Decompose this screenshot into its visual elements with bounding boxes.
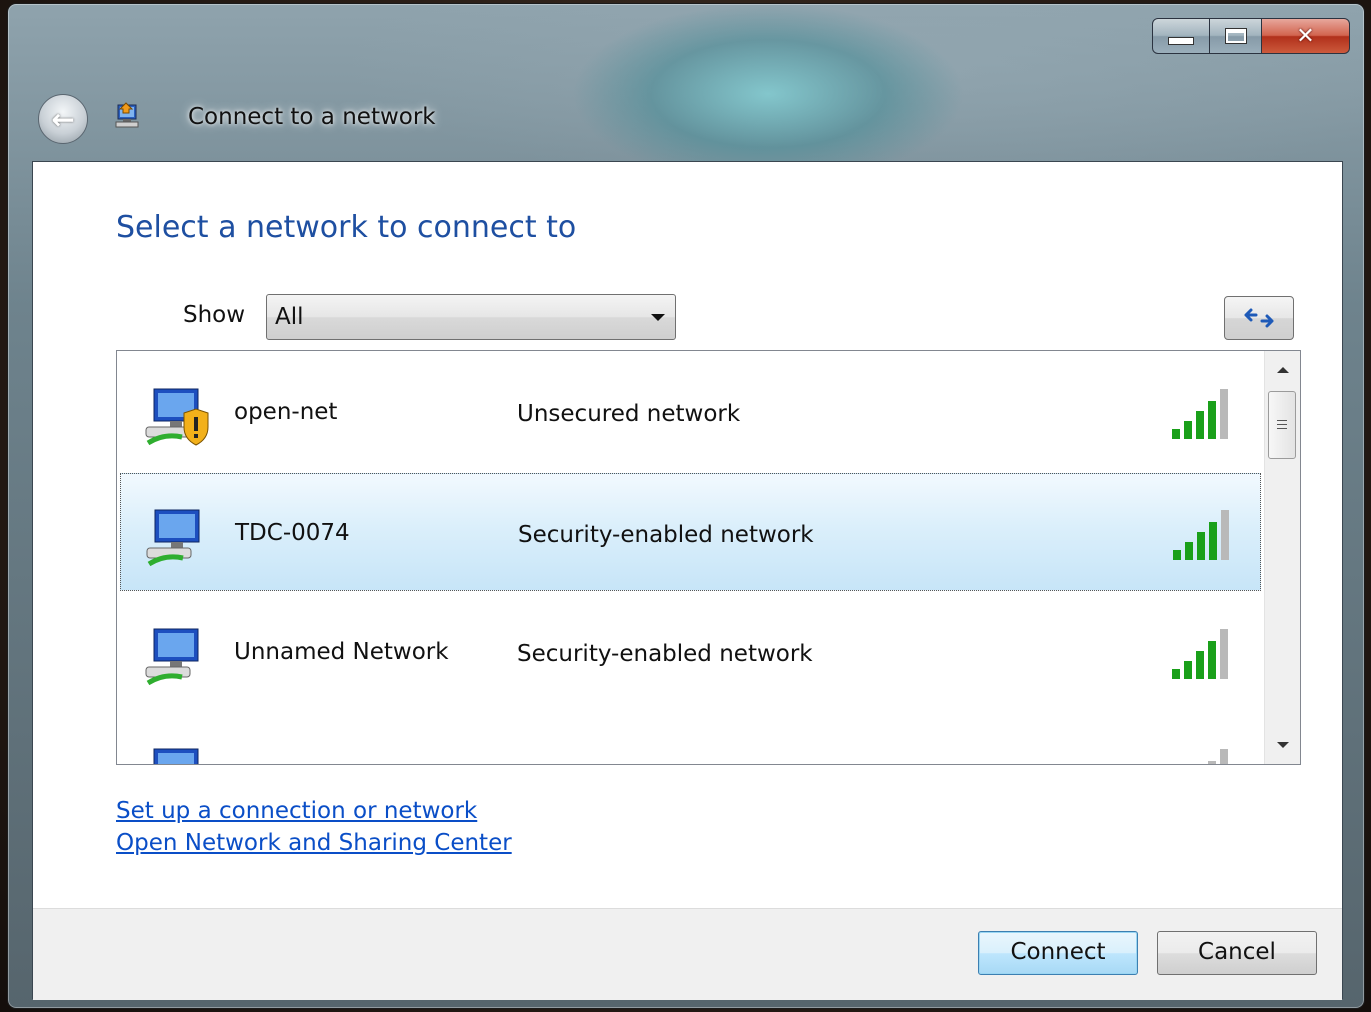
- close-button[interactable]: ✕: [1262, 18, 1350, 54]
- page-heading: Select a network to connect to: [116, 210, 577, 245]
- minimize-button[interactable]: [1152, 18, 1210, 54]
- network-security-status: Unsecured network: [517, 401, 741, 427]
- close-icon: ✕: [1296, 23, 1315, 49]
- dialog-content: Select a network to connect to Show All: [32, 161, 1343, 1000]
- network-item-open-net[interactable]: open-net Unsecured network: [120, 353, 1261, 471]
- network-item-tdc-0074[interactable]: TDC-0074 Security-enabled network: [120, 473, 1261, 591]
- network-item-unnamed-network[interactable]: Unnamed Network Security-enabled network: [120, 593, 1261, 711]
- signal-strength-icon: [1172, 629, 1228, 679]
- network-icon: [145, 628, 199, 686]
- network-name: TDC-0074: [235, 520, 350, 546]
- scroll-thumb[interactable]: [1268, 391, 1296, 459]
- signal-strength-icon: [1173, 510, 1229, 560]
- back-arrow-icon: ←: [51, 102, 75, 136]
- network-name: open-net: [234, 399, 338, 425]
- caption-buttons: ✕: [1152, 18, 1350, 54]
- grip-line: [1277, 424, 1287, 425]
- scroll-up-icon[interactable]: [1277, 367, 1289, 373]
- signal-strength-icon: [1208, 749, 1228, 764]
- signal-strength-icon: [1172, 389, 1228, 439]
- network-name: Unnamed Network: [234, 639, 449, 665]
- connect-network-icon: [115, 102, 139, 128]
- maximize-button[interactable]: [1210, 18, 1262, 54]
- network-list[interactable]: open-net Unsecured network TDC-0074 Secu…: [116, 350, 1301, 765]
- network-item-partial[interactable]: [120, 713, 1261, 764]
- network-icon: [146, 509, 200, 567]
- setup-connection-link[interactable]: Set up a connection or network: [116, 798, 477, 824]
- network-security-status: Security-enabled network: [518, 522, 814, 548]
- cancel-button[interactable]: Cancel: [1157, 931, 1317, 975]
- network-security-status: Security-enabled network: [517, 641, 813, 667]
- refresh-icon: [1244, 308, 1274, 328]
- network-icon: [153, 748, 199, 764]
- button-bar: Connect Cancel: [33, 908, 1342, 1000]
- chevron-down-icon: [651, 314, 665, 321]
- connect-to-network-window: ✕ ← Connect to a network Select a networ…: [8, 4, 1364, 1008]
- vertical-scrollbar[interactable]: [1264, 351, 1300, 764]
- show-label: Show: [183, 302, 246, 328]
- maximize-icon: [1224, 28, 1247, 44]
- network-sharing-center-link[interactable]: Open Network and Sharing Center: [116, 830, 512, 856]
- show-filter-value: All: [275, 304, 304, 330]
- connect-button[interactable]: Connect: [978, 931, 1138, 975]
- window-title: Connect to a network: [188, 104, 436, 130]
- refresh-button[interactable]: [1224, 296, 1294, 340]
- grip-line: [1277, 428, 1287, 429]
- unsecured-network-icon: [145, 388, 209, 446]
- minimize-icon: [1168, 37, 1194, 45]
- back-button[interactable]: ←: [38, 94, 88, 144]
- show-filter-dropdown[interactable]: All: [266, 294, 676, 340]
- scroll-down-icon[interactable]: [1277, 742, 1289, 748]
- grip-line: [1277, 420, 1287, 421]
